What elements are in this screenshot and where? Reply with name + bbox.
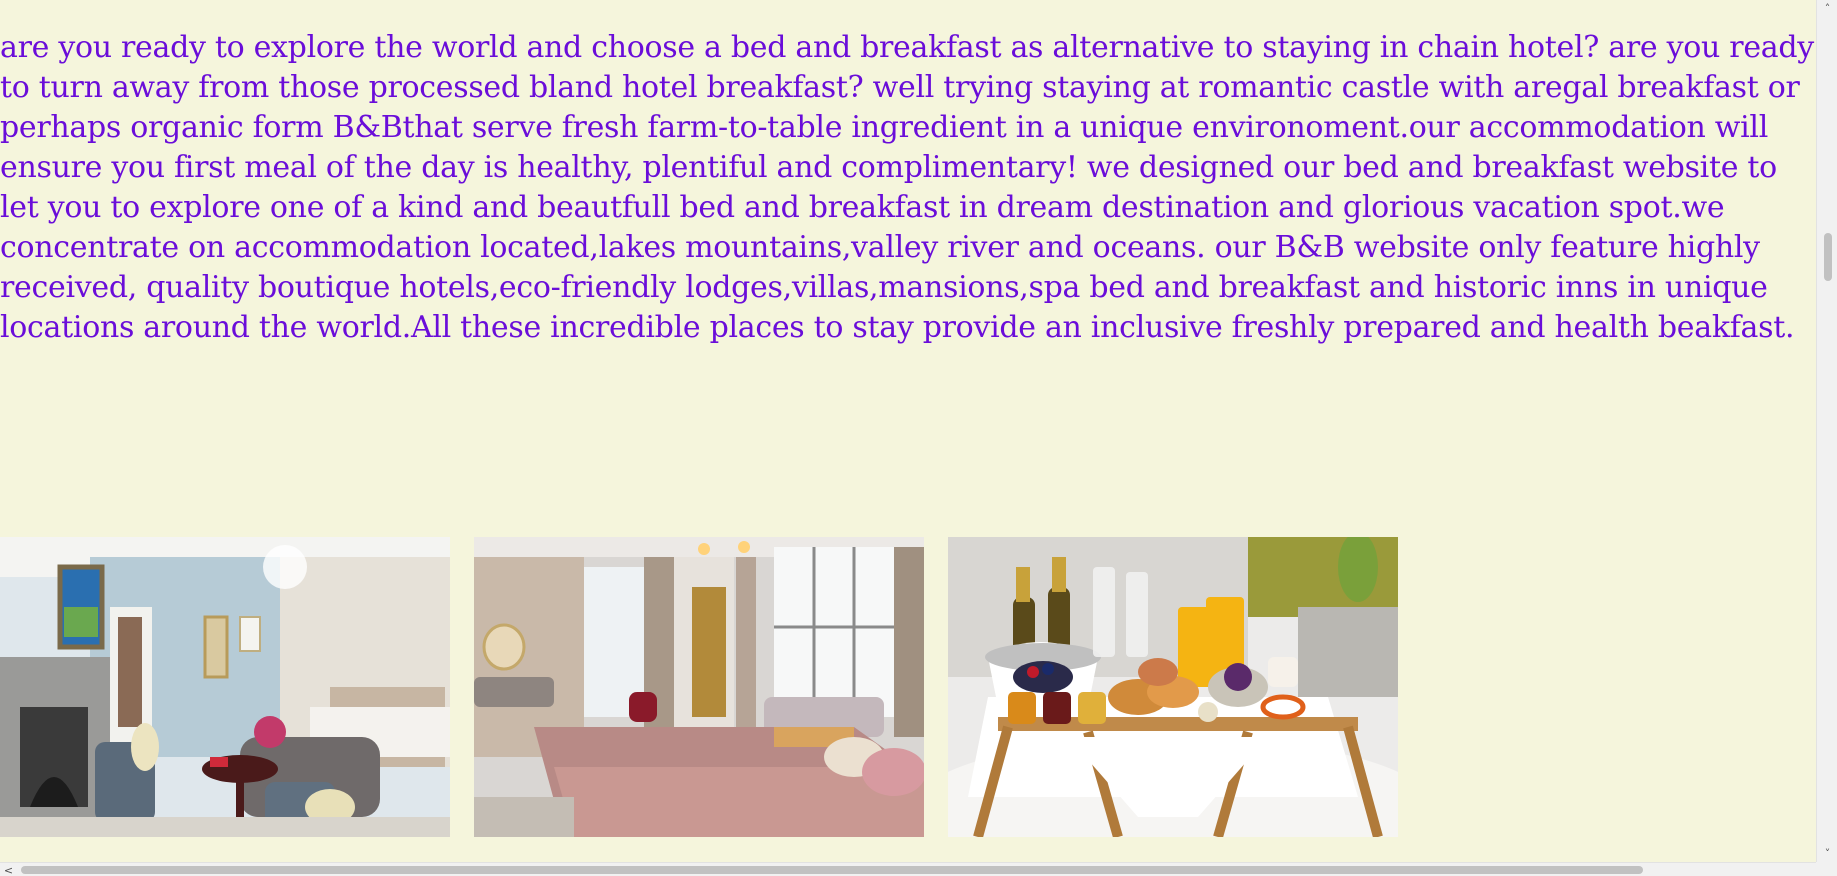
gallery-photo-bedroom: [474, 537, 924, 837]
intro-paragraph: are you ready to explore the world and c…: [0, 30, 1814, 345]
page-viewport: are you ready to explore the world and c…: [0, 0, 1816, 862]
scrollbar-corner: [1816, 862, 1837, 876]
scroll-left-arrow-icon[interactable]: <: [0, 863, 17, 876]
bedroom-image: [474, 537, 924, 837]
vertical-scrollbar[interactable]: ˄ ˅: [1816, 0, 1837, 862]
vertical-scroll-thumb[interactable]: [1824, 233, 1832, 281]
photo-gallery: [0, 537, 1398, 837]
gallery-photo-breakfast-tray: [948, 537, 1398, 837]
horizontal-scrollbar[interactable]: < >: [0, 862, 1837, 876]
scroll-up-arrow-icon[interactable]: ˄: [1817, 0, 1837, 17]
living-room-image: [0, 537, 450, 837]
breakfast-tray-image: [948, 537, 1398, 837]
gallery-photo-living-room: [0, 537, 450, 837]
horizontal-scroll-thumb[interactable]: [21, 866, 1643, 874]
scroll-down-arrow-icon[interactable]: ˅: [1817, 845, 1837, 862]
